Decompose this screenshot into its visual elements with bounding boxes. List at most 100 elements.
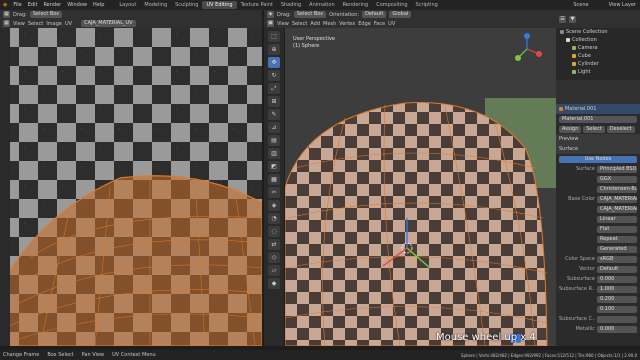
material-name-field[interactable]: Material.001 <box>559 115 637 123</box>
property-field[interactable]: sRGB <box>597 255 637 263</box>
uv-editor-canvas[interactable] <box>0 28 262 346</box>
rip-tool-icon[interactable]: ◆ <box>268 278 280 289</box>
camera-icon <box>572 46 576 50</box>
3d-viewport[interactable]: User Perspective (1) Sphere <box>285 28 556 346</box>
assign-button[interactable]: Assign <box>559 125 582 133</box>
cursor-tool-icon[interactable]: ⊕ <box>268 44 280 55</box>
property-field[interactable]: Generated <box>597 245 637 253</box>
use-nodes-row: Use Nodes <box>556 154 640 164</box>
rotate-tool-icon[interactable]: ↻ <box>268 70 280 81</box>
orientation-dropdown[interactable]: Default <box>362 11 387 18</box>
material-slot[interactable]: Material.001 <box>556 104 640 114</box>
menu-help[interactable]: Help <box>90 2 107 8</box>
properties-tab-strip <box>556 80 640 104</box>
select-tool-icon[interactable]: ⬚ <box>268 31 280 42</box>
editor-type-icon[interactable]: ▦ <box>3 11 10 18</box>
blender-logo-icon[interactable]: ◉ <box>0 2 10 8</box>
property-field[interactable]: GGX <box>597 175 637 183</box>
preview-section[interactable]: Preview <box>556 134 640 144</box>
tab-texture-paint[interactable]: Texture Paint <box>237 1 277 9</box>
vp-menu-face[interactable]: Face <box>374 21 385 27</box>
outliner-row[interactable]: Cube <box>556 52 640 60</box>
menu-render[interactable]: Render <box>40 2 64 8</box>
transform-tool-icon[interactable]: ⊞ <box>268 96 280 107</box>
knife-tool-icon[interactable]: ✂ <box>268 187 280 198</box>
move-tool-icon[interactable]: ✥ <box>268 57 280 68</box>
tab-shading[interactable]: Shading <box>277 1 305 9</box>
tab-animation[interactable]: Animation <box>305 1 339 9</box>
loop-cut-tool-icon[interactable]: ▦ <box>268 174 280 185</box>
property-row: Subsurface 0.000 <box>556 274 640 284</box>
surface-section[interactable]: Surface <box>556 144 640 154</box>
measure-tool-icon[interactable]: ⊿ <box>268 122 280 133</box>
shrink-tool-icon[interactable]: ◇ <box>268 252 280 263</box>
vp-menu-mesh[interactable]: Mesh <box>323 21 336 27</box>
vp-menu-edge[interactable]: Edge <box>358 21 371 27</box>
tab-sculpting[interactable]: Sculpting <box>171 1 202 9</box>
menu-window[interactable]: Window <box>64 2 90 8</box>
vp-menu-add[interactable]: Add <box>310 21 320 27</box>
outliner-row[interactable]: Camera <box>556 44 640 52</box>
property-field[interactable]: Default <box>597 265 637 273</box>
tab-uv-editing[interactable]: UV Editing <box>202 1 237 9</box>
uv-menu-view[interactable]: View <box>13 21 25 27</box>
vp-menu-vertex[interactable]: Vertex <box>339 21 355 27</box>
tab-modeling[interactable]: Modeling <box>140 1 171 9</box>
annotate-tool-icon[interactable]: ✎ <box>268 109 280 120</box>
property-field[interactable]: CAJA_MATERIAL_UV <box>597 195 637 203</box>
outliner-row[interactable]: Scene Collection <box>556 28 640 36</box>
property-field[interactable]: CAJA_MATERIAL_UV... <box>597 205 637 213</box>
property-field[interactable]: Repeat <box>597 235 637 243</box>
property-field[interactable]: Flat <box>597 225 637 233</box>
menu-edit[interactable]: Edit <box>25 2 41 8</box>
image-name-field[interactable]: CAJA_MATERIAL_UV <box>81 20 136 27</box>
uv-menu-uv[interactable]: UV <box>65 21 72 27</box>
property-field[interactable] <box>597 315 637 323</box>
property-field[interactable]: Christensen-Burley <box>597 185 637 193</box>
tab-compositing[interactable]: Compositing <box>372 1 411 9</box>
inset-tool-icon[interactable]: ▥ <box>268 148 280 159</box>
property-field[interactable]: 0.100 <box>597 305 637 313</box>
navigation-gizmo-icon[interactable] <box>510 32 544 66</box>
uv-editor-icon[interactable]: ▦ <box>3 20 10 27</box>
deselect-button[interactable]: Deselect <box>606 125 635 133</box>
viewport-editor-icon[interactable]: ◈ <box>267 11 274 18</box>
property-field[interactable]: 0.000 <box>597 275 637 283</box>
property-field[interactable]: Principled BSDF <box>597 165 637 173</box>
tab-rendering[interactable]: Rendering <box>339 1 373 9</box>
outliner-row[interactable]: Light <box>556 68 640 76</box>
spin-tool-icon[interactable]: ◔ <box>268 213 280 224</box>
transform-space-dropdown[interactable]: Global <box>389 11 412 18</box>
property-field[interactable]: Linear <box>597 215 637 223</box>
poly-build-tool-icon[interactable]: ◈ <box>268 200 280 211</box>
outliner-row[interactable]: Cylinder <box>556 60 640 68</box>
bevel-tool-icon[interactable]: ◩ <box>268 161 280 172</box>
scale-tool-icon[interactable]: ⤢ <box>268 83 280 94</box>
view-layer-selector[interactable]: View Layer <box>609 2 636 8</box>
tab-layout[interactable]: Layout <box>115 1 140 9</box>
uv-menu-select[interactable]: Select <box>28 21 43 27</box>
select-button[interactable]: Select <box>583 125 605 133</box>
tab-scripting[interactable]: Scripting <box>412 1 442 9</box>
viewport-object-label: (1) Sphere <box>293 43 320 49</box>
uv-menu-image[interactable]: Image <box>46 21 62 27</box>
select-box-dropdown[interactable]: Select Box <box>29 11 63 18</box>
use-nodes-button[interactable]: Use Nodes <box>559 155 637 163</box>
edge-slide-tool-icon[interactable]: ⇄ <box>268 239 280 250</box>
outliner-filter-icon[interactable]: ▼ <box>569 15 576 23</box>
extrude-tool-icon[interactable]: ▤ <box>268 135 280 146</box>
vp-select-box-dropdown[interactable]: Select Box <box>293 11 327 18</box>
outliner-row[interactable]: Collection <box>556 36 640 44</box>
outliner-editor-icon[interactable]: ☰ <box>559 15 566 23</box>
property-field[interactable]: 1.000 <box>597 285 637 293</box>
property-field[interactable]: 0.200 <box>597 295 637 303</box>
shear-tool-icon[interactable]: ▱ <box>268 265 280 276</box>
mode-icon[interactable]: ▣ <box>267 20 274 27</box>
vp-menu-uv[interactable]: UV <box>388 21 395 27</box>
vp-menu-view[interactable]: View <box>277 21 289 27</box>
smooth-tool-icon[interactable]: ◌ <box>268 226 280 237</box>
vp-menu-select[interactable]: Select <box>292 21 307 27</box>
scene-selector[interactable]: Scene <box>573 2 588 8</box>
property-field[interactable]: 0.000 <box>597 325 637 333</box>
menu-file[interactable]: File <box>10 2 24 8</box>
